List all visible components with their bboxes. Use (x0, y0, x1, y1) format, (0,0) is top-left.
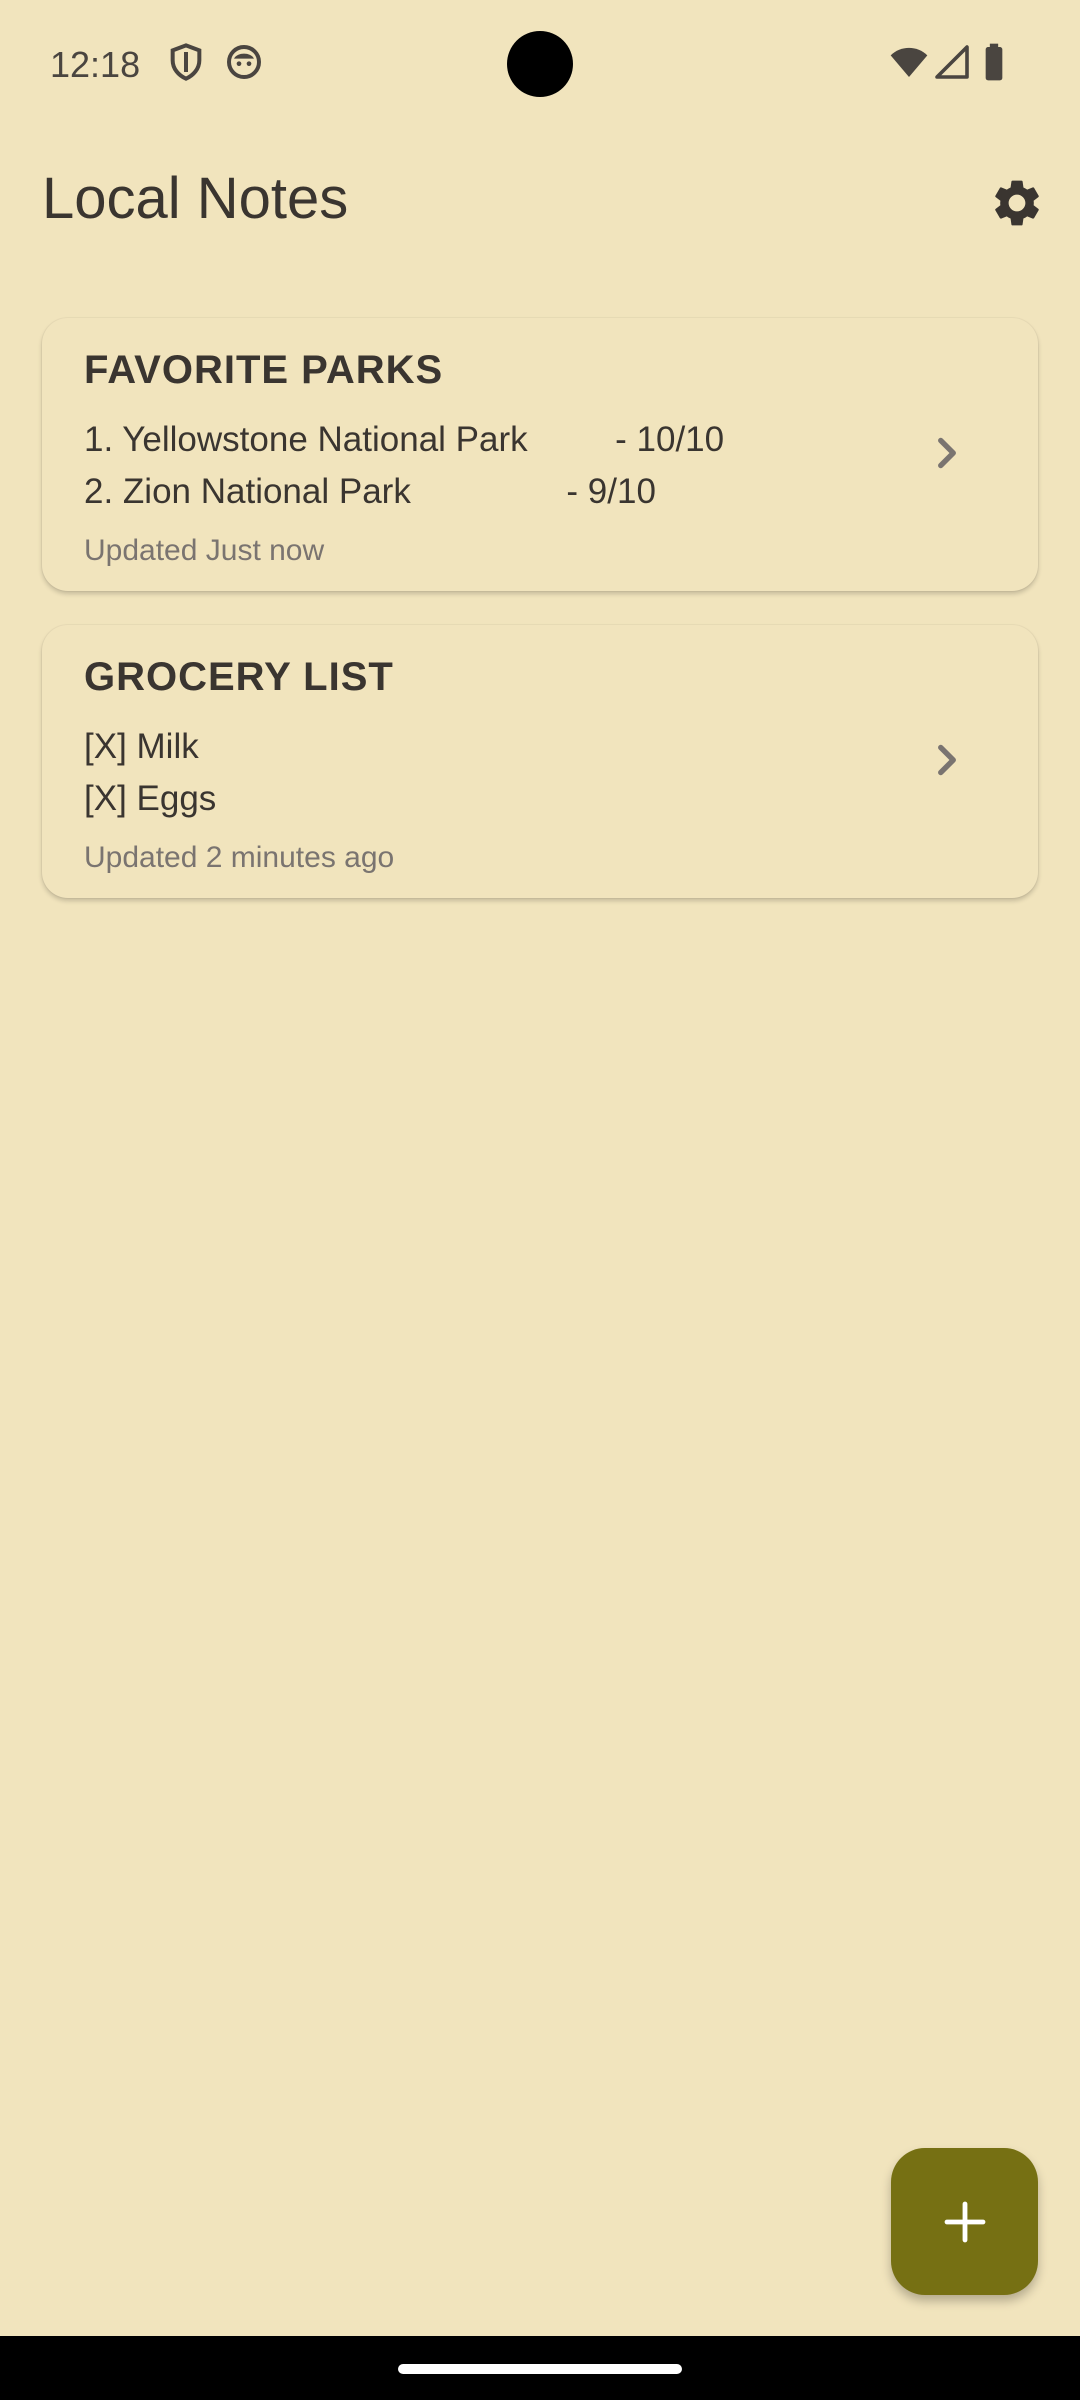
note-preview: 1. Yellowstone National Park - 10/10 2. … (84, 414, 724, 518)
plus-icon (944, 2201, 985, 2242)
note-title: GROCERY LIST (84, 655, 394, 699)
note-preview-line: 1. Yellowstone National Park - 10/10 (84, 420, 725, 459)
face-icon (224, 42, 264, 82)
note-preview: [X] Milk [X] Eggs (84, 721, 216, 825)
note-updated-time: Updated Just now (84, 534, 325, 567)
note-card-favorite-parks[interactable]: FAVORITE PARKS 1. Yellowstone National P… (42, 318, 1038, 591)
note-preview-line: 2. Zion National Park - 9/10 (84, 472, 656, 511)
status-time: 12:18 (50, 44, 141, 85)
wifi-icon (888, 42, 928, 82)
status-bar: 12:18 (0, 0, 1080, 130)
note-card-grocery-list[interactable]: GROCERY LIST [X] Milk [X] Eggs Updated 2… (42, 625, 1038, 898)
gear-icon (995, 180, 1039, 226)
note-preview-line: [X] Milk (84, 727, 199, 766)
home-gesture-handle[interactable] (398, 2364, 682, 2374)
chevron-right-icon (938, 437, 956, 469)
notes-list: FAVORITE PARKS 1. Yellowstone National P… (42, 318, 1038, 932)
settings-button[interactable] (982, 168, 1052, 238)
note-preview-line: [X] Eggs (84, 779, 217, 818)
system-nav-bar (0, 2336, 1080, 2400)
shield-icon (166, 42, 206, 82)
add-note-button[interactable] (891, 2148, 1038, 2295)
screen: 12:18 Local Notes FAVORITE PARKS 1. Yell… (0, 0, 1080, 2400)
battery-icon (982, 42, 1022, 82)
signal-icon (934, 42, 974, 82)
note-title: FAVORITE PARKS (84, 348, 444, 392)
camera-cutout (507, 31, 573, 97)
note-updated-time: Updated 2 minutes ago (84, 841, 395, 874)
chevron-right-icon (938, 744, 956, 776)
app-title: Local Notes (42, 166, 349, 231)
